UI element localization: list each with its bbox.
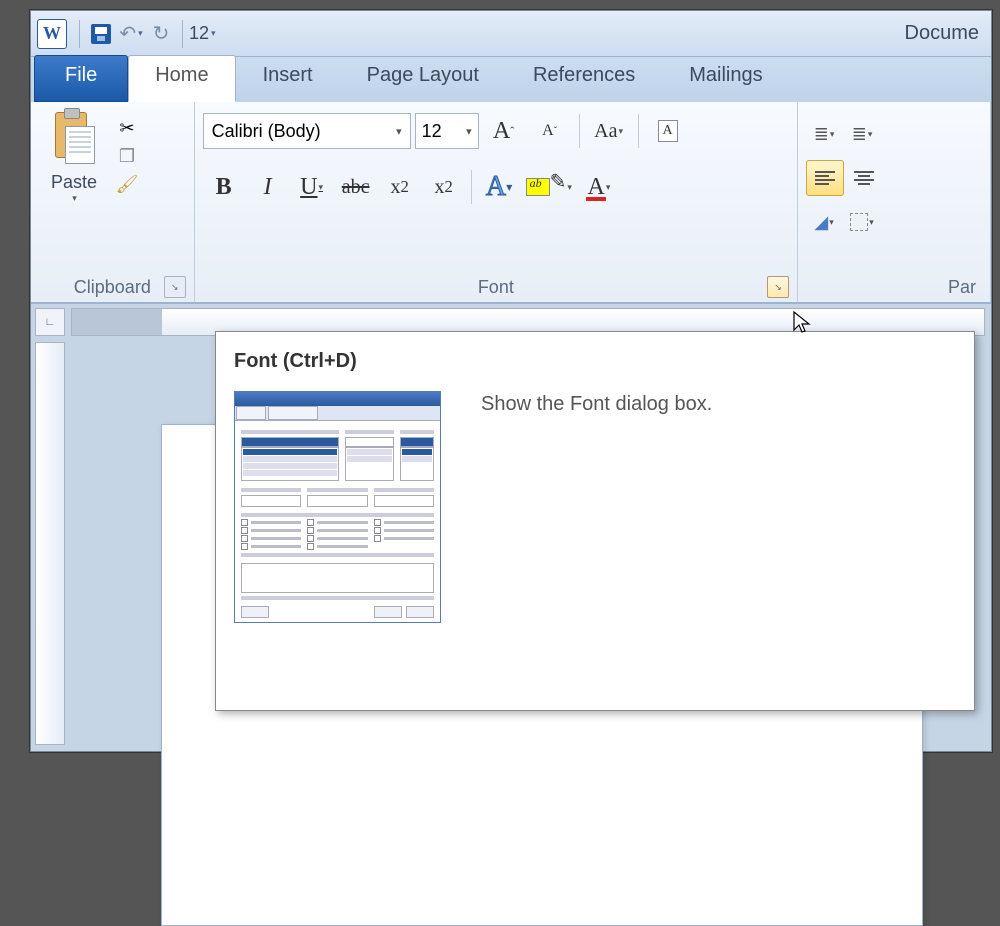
- tooltip-description: Show the Font dialog box.: [481, 391, 956, 623]
- align-left-icon: [815, 169, 835, 187]
- font-color-button[interactable]: A▾: [578, 169, 620, 205]
- font-dialog-launcher[interactable]: ↘: [767, 276, 789, 298]
- qat-separator-2: [182, 20, 183, 48]
- clear-formatting-button[interactable]: A: [647, 113, 689, 149]
- tooltip-title: Font (Ctrl+D): [234, 350, 956, 373]
- undo-button[interactable]: ↶▾: [116, 19, 146, 49]
- align-center-button[interactable]: [846, 161, 882, 195]
- separator: [471, 170, 472, 204]
- save-icon: [91, 24, 111, 44]
- font-size-combobox[interactable]: 12 ▾: [415, 113, 479, 149]
- undo-icon: ↶: [119, 21, 136, 46]
- vertical-ruler[interactable]: [35, 342, 65, 745]
- font-name-combobox[interactable]: Calibri (Body) ▾: [203, 113, 411, 149]
- chevron-down-icon: ▾: [507, 182, 512, 193]
- chevron-down-icon: ▾: [72, 193, 77, 204]
- save-button[interactable]: [86, 19, 116, 49]
- paste-icon: [53, 112, 95, 166]
- font-group: Calibri (Body) ▾ 12 ▾ Aˆ Aˇ Aa▾ A B: [195, 102, 798, 302]
- numbering-button[interactable]: ≣▾: [844, 117, 880, 151]
- shading-button[interactable]: ◢▾: [806, 205, 842, 239]
- align-left-button[interactable]: [806, 160, 844, 196]
- qat-separator: [79, 20, 80, 48]
- clear-formatting-icon: A: [658, 120, 678, 142]
- chevron-down-icon: ▾: [619, 126, 624, 137]
- down-caret-icon: ˇ: [554, 126, 557, 137]
- font-dialog-tooltip: Font (Ctrl+D): [215, 331, 975, 711]
- group-label: Clipboard: [74, 277, 151, 298]
- format-painter-button[interactable]: 🖌: [113, 170, 141, 198]
- paste-label: Paste: [51, 172, 97, 193]
- chevron-down-icon: ▾: [567, 182, 572, 193]
- border-icon: [850, 213, 868, 231]
- underline-button[interactable]: U▾: [291, 169, 333, 205]
- up-caret-icon: ˆ: [510, 124, 514, 139]
- paragraph-group: ≣▾ ≣▾ ◢▾: [798, 102, 991, 302]
- redo-icon: ↻: [153, 21, 170, 46]
- borders-button[interactable]: ▾: [844, 205, 880, 239]
- copy-icon: ❐: [119, 146, 135, 167]
- separator: [638, 114, 639, 148]
- grow-font-button[interactable]: Aˆ: [483, 113, 525, 149]
- text-effects-button[interactable]: A▾: [478, 169, 520, 205]
- paint-bucket-icon: ◢: [814, 212, 828, 233]
- bold-button[interactable]: B: [203, 169, 245, 205]
- title-bar: W ↶▾ ↻ 12 ▾ Docume: [31, 11, 991, 57]
- ruler-corner[interactable]: ∟: [35, 308, 65, 336]
- word-logo-icon: W: [37, 19, 67, 49]
- brush-icon: 🖌: [116, 174, 139, 195]
- chevron-down-icon: ▾: [319, 182, 324, 193]
- qat-fontsize-display[interactable]: 12 ▾: [189, 19, 216, 49]
- clipboard-dialog-launcher[interactable]: ↘: [164, 276, 186, 298]
- home-tab[interactable]: Home: [128, 55, 235, 102]
- font-name-value: Calibri (Body): [212, 121, 321, 142]
- chevron-down-icon: ▾: [211, 28, 216, 39]
- change-case-button[interactable]: Aa▾: [588, 113, 630, 149]
- bullets-button[interactable]: ≣▾: [806, 117, 842, 151]
- insert-tab[interactable]: Insert: [236, 55, 340, 102]
- ribbon: Paste ▾ ✂ ❐ 🖌 Clipboard ↘ Calibri (Body): [31, 102, 991, 303]
- clipboard-group: Paste ▾ ✂ ❐ 🖌 Clipboard ↘: [31, 102, 195, 302]
- paste-button[interactable]: Paste ▾: [39, 108, 109, 204]
- subscript-button[interactable]: x2: [379, 169, 421, 205]
- chevron-down-icon: ▾: [396, 125, 402, 138]
- page-layout-tab[interactable]: Page Layout: [340, 55, 506, 102]
- ribbon-tabs: File Home Insert Page Layout References …: [31, 57, 991, 102]
- bullets-icon: ≣: [814, 124, 829, 145]
- window-title: Docume: [905, 22, 979, 45]
- color-bar-icon: [586, 197, 606, 201]
- dialog-preview-thumbnail: [234, 391, 441, 623]
- separator: [579, 114, 580, 148]
- superscript-button[interactable]: x2: [423, 169, 465, 205]
- highlight-icon: [526, 178, 550, 196]
- italic-button[interactable]: I: [247, 169, 289, 205]
- chevron-down-icon: ▾: [466, 125, 472, 138]
- font-size-value: 12: [422, 121, 442, 142]
- shrink-font-button[interactable]: Aˇ: [529, 113, 571, 149]
- align-center-icon: [854, 169, 874, 187]
- copy-button[interactable]: ❐: [113, 142, 141, 170]
- group-label: Font: [478, 277, 514, 298]
- chevron-down-icon: ▾: [138, 28, 143, 39]
- scissors-icon: ✂: [119, 118, 134, 139]
- strikethrough-button[interactable]: abc: [335, 169, 377, 205]
- numbering-icon: ≣: [852, 124, 867, 145]
- mailings-tab[interactable]: Mailings: [662, 55, 789, 102]
- references-tab[interactable]: References: [506, 55, 662, 102]
- highlight-button[interactable]: ✎▾: [522, 169, 576, 205]
- group-label: Par: [948, 277, 976, 298]
- chevron-down-icon: ▾: [606, 182, 611, 193]
- file-tab[interactable]: File: [34, 55, 128, 102]
- redo-button[interactable]: ↻: [146, 19, 176, 49]
- cut-button[interactable]: ✂: [113, 114, 141, 142]
